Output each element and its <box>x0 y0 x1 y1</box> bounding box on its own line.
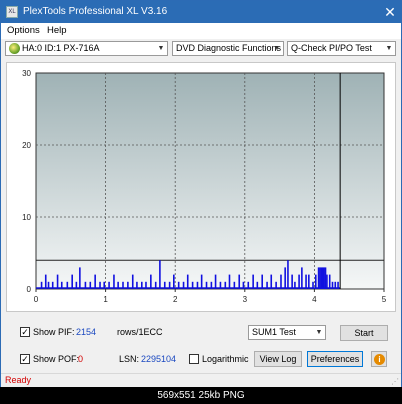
chevron-down-icon: ▼ <box>315 329 323 336</box>
pi-chart: 0 10 20 30 0 1 2 3 4 5 <box>22 69 387 304</box>
y-tick-label: 10 <box>22 213 31 222</box>
view-log-button[interactable]: View Log <box>254 351 302 367</box>
menu-help[interactable]: Help <box>47 25 67 37</box>
x-tick-label: 1 <box>103 295 108 304</box>
status-bar: Ready ⋰ <box>1 373 401 387</box>
image-caption: 569x551 25kb PNG <box>0 387 402 404</box>
lsn-value: 2295104 <box>141 354 177 364</box>
show-pof-checkbox[interactable]: ✓ <box>20 354 30 364</box>
menu-options[interactable]: Options <box>7 25 40 37</box>
status-text: Ready <box>5 375 32 385</box>
info-icon: i <box>374 354 385 365</box>
toolbar: HA:0 ID:1 PX-716A ▼ DVD Diagnostic Funct… <box>1 39 401 59</box>
drive-select[interactable]: HA:0 ID:1 PX-716A ▼ <box>5 41 168 56</box>
controls-panel: ✓ Show PIF: 2154 rows/1ECC SUM1 Test ▼ S… <box>6 313 396 373</box>
lsn-label: LSN: <box>119 354 140 364</box>
function-select[interactable]: DVD Diagnostic Functions ▼ <box>172 41 284 56</box>
function-select-value: DVD Diagnostic Functions <box>176 43 282 53</box>
start-button[interactable]: Start <box>340 325 388 341</box>
chevron-down-icon: ▼ <box>157 45 165 52</box>
info-button[interactable]: i <box>371 351 387 367</box>
disc-icon <box>9 43 20 54</box>
logarithmic-checkbox[interactable] <box>189 354 199 364</box>
y-tick-label: 30 <box>22 69 31 78</box>
x-tick-label: 0 <box>34 295 39 304</box>
pof-value: 0 <box>78 354 84 364</box>
x-tick-label: 3 <box>243 295 248 304</box>
menu-bar: Options Help <box>1 23 401 39</box>
show-pif-label: Show PIF: <box>33 327 75 337</box>
rows-label: rows/1ECC <box>117 327 163 337</box>
x-tick-label: 2 <box>173 295 178 304</box>
app-icon: XL <box>6 6 18 18</box>
y-tick-label: 0 <box>27 285 32 294</box>
resize-grip-icon[interactable]: ⋰ <box>391 377 399 386</box>
chevron-down-icon: ▼ <box>385 45 393 52</box>
title-bar[interactable]: XL PlexTools Professional XL V3.16 ✕ <box>1 1 401 23</box>
preferences-button[interactable]: Preferences <box>307 351 363 367</box>
x-tick-label: 4 <box>312 295 317 304</box>
drive-select-value: HA:0 ID:1 PX-716A <box>22 43 100 53</box>
pif-value: 2154 <box>76 327 97 337</box>
close-icon[interactable]: ✕ <box>381 3 399 21</box>
plot-area <box>35 72 385 290</box>
app-window: XL PlexTools Professional XL V3.16 ✕ Opt… <box>0 0 402 387</box>
chevron-down-icon: ▼ <box>273 45 281 52</box>
test-select-value: Q-Check PI/PO Test <box>291 43 372 53</box>
logarithmic-label: Logarithmic <box>202 354 249 364</box>
x-tick-label: 5 <box>382 295 387 304</box>
show-pif-checkbox[interactable]: ✓ <box>20 327 30 337</box>
sum-test-select[interactable]: SUM1 Test ▼ <box>248 325 326 340</box>
show-pof-label: Show POF: <box>33 354 80 364</box>
chart-frame: 0 10 20 30 0 1 2 3 4 5 <box>6 62 396 312</box>
test-select[interactable]: Q-Check PI/PO Test ▼ <box>287 41 396 56</box>
window-title: PlexTools Professional XL V3.16 <box>23 6 168 17</box>
sum-test-value: SUM1 Test <box>252 327 296 337</box>
y-tick-label: 20 <box>22 141 31 150</box>
